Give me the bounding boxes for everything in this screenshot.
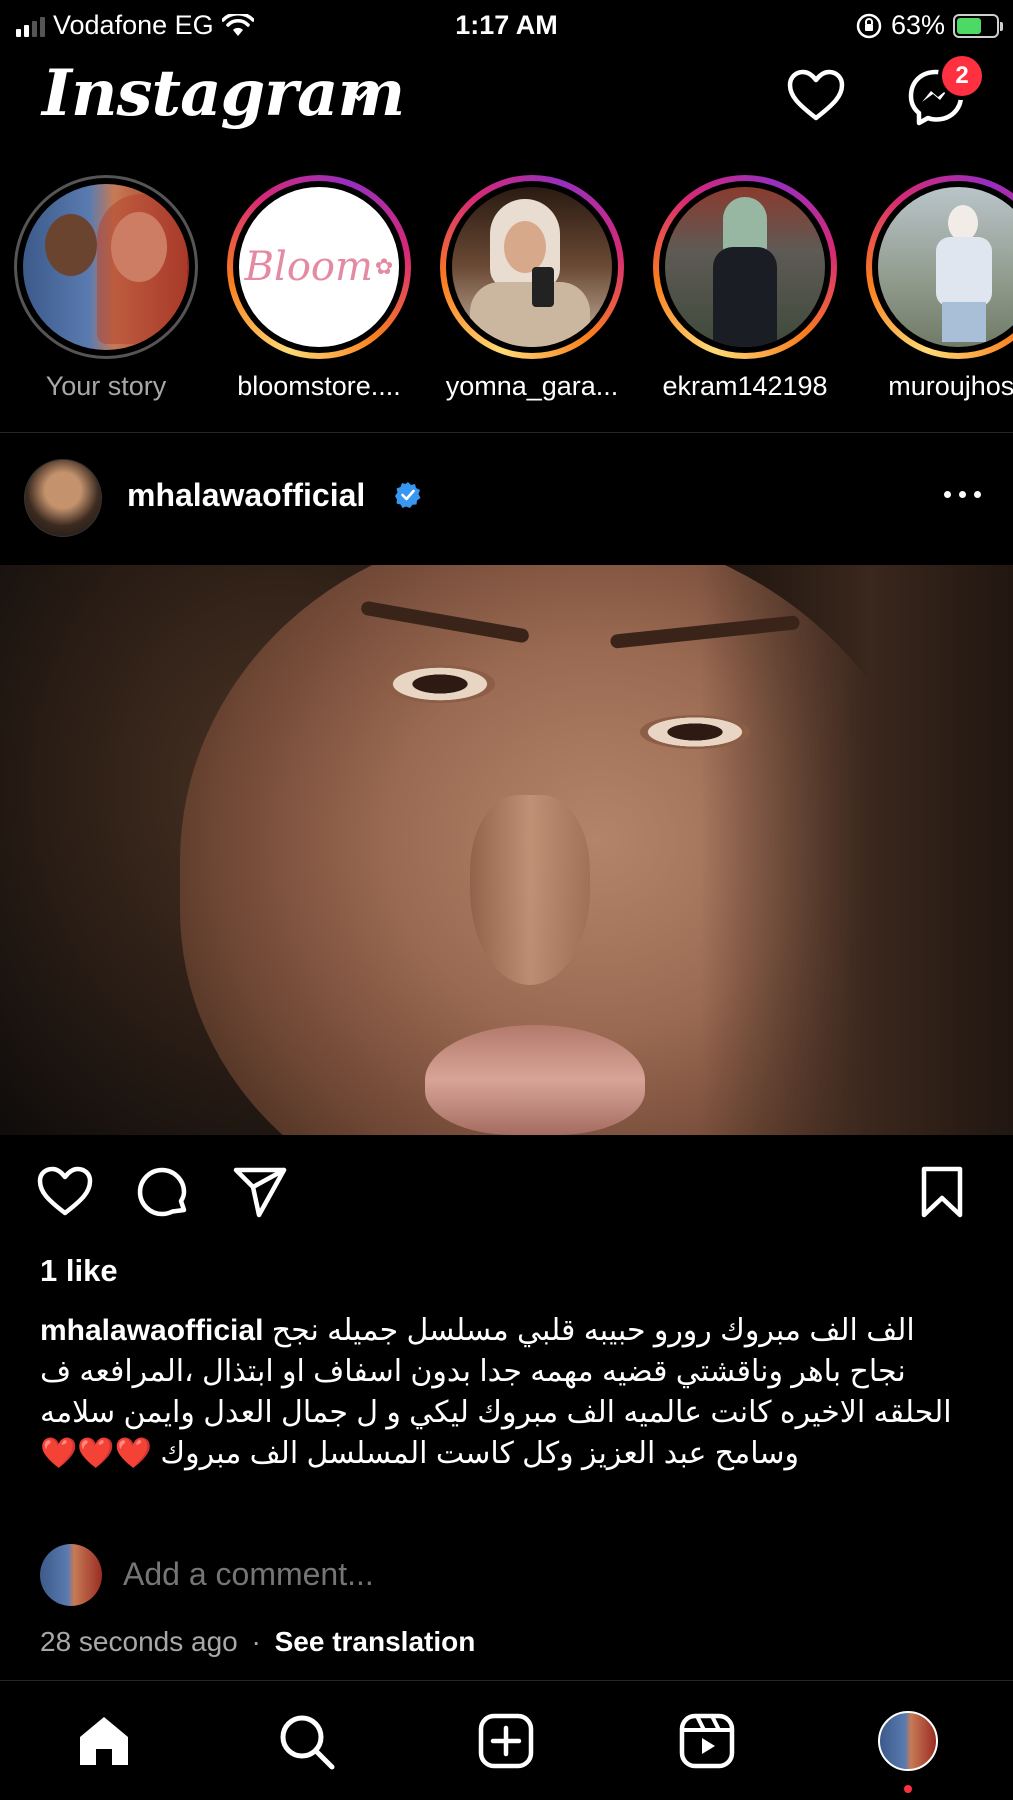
share-send-icon[interactable]: [232, 1165, 288, 1221]
story-label: yomna_gara...: [445, 371, 619, 401]
reels-icon[interactable]: [679, 1713, 735, 1769]
flower-icon: ✿: [374, 254, 394, 279]
story-avatar: [23, 184, 189, 350]
post-timestamp: 28 seconds ago: [40, 1626, 238, 1657]
profile-notification-dot: [904, 1785, 912, 1793]
story-ring: [14, 175, 198, 359]
home-icon[interactable]: [76, 1713, 132, 1769]
bloom-logo: Bloom: [244, 244, 373, 290]
app-header: Instagram 2: [0, 52, 1013, 162]
story-yomna[interactable]: yomna_gara...: [432, 175, 632, 402]
current-user-avatar: [40, 1544, 102, 1606]
orientation-lock-icon: [856, 13, 882, 38]
story-label: bloomstore....: [237, 371, 401, 401]
bookmark-icon[interactable]: [918, 1165, 966, 1221]
profile-tab[interactable]: [878, 1711, 938, 1771]
status-right: 63%: [855, 10, 1003, 41]
meta-separator: ·: [251, 1626, 261, 1657]
like-heart-icon[interactable]: [36, 1165, 94, 1219]
chevron-down-icon[interactable]: [344, 84, 374, 104]
profile-avatar: [878, 1711, 938, 1771]
comment-icon[interactable]: [134, 1165, 190, 1221]
story-ring: [440, 175, 624, 359]
create-post-icon[interactable]: [478, 1713, 534, 1769]
story-avatar: [665, 187, 825, 347]
battery-percent: 63%: [890, 10, 945, 40]
post-actions: [0, 1165, 1013, 1225]
search-icon[interactable]: [278, 1713, 336, 1771]
notifications-heart-icon[interactable]: [786, 68, 846, 124]
add-comment-row: [40, 1544, 970, 1608]
post-meta: 28 seconds ago · See translation: [40, 1626, 475, 1658]
story-label: muroujhoss: [888, 371, 1013, 401]
stories-tray: Your story Bloom ✿ bloomstore.... yomna_…: [0, 175, 1013, 415]
post-header: mhalawaofficial: [0, 455, 1013, 545]
story-avatar: [452, 187, 612, 347]
add-comment-input[interactable]: [123, 1556, 823, 1593]
post-image[interactable]: [0, 565, 1013, 1135]
battery-charging-icon: [953, 13, 1003, 38]
story-your-story[interactable]: Your story: [6, 175, 206, 402]
caption-username[interactable]: mhalawaofficial: [40, 1314, 263, 1347]
post-author-avatar[interactable]: [24, 459, 102, 537]
post-caption: mhalawaofficial الف الف مبروك رورو حبيبه…: [40, 1310, 970, 1474]
story-bloomstore[interactable]: Bloom ✿ bloomstore....: [219, 175, 419, 402]
story-ring: Bloom ✿: [227, 175, 411, 359]
story-ekram[interactable]: ekram142198: [645, 175, 845, 402]
messages-badge: 2: [938, 52, 986, 100]
story-avatar: Bloom ✿: [239, 187, 399, 347]
bottom-nav: [0, 1680, 1013, 1800]
story-avatar: [878, 187, 1013, 347]
status-bar: Vodafone EG 1:17 AM 63%: [0, 0, 1013, 52]
story-label: Your story: [45, 371, 167, 401]
story-label: ekram142198: [662, 371, 828, 401]
stories-divider: [0, 432, 1013, 433]
story-murouj[interactable]: muroujhoss: [858, 175, 1013, 402]
likes-count[interactable]: 1 like: [40, 1253, 118, 1289]
post-username[interactable]: mhalawaofficial: [127, 477, 365, 514]
more-options-icon[interactable]: [944, 491, 981, 498]
verified-badge-icon: [395, 482, 421, 508]
story-ring: [653, 175, 837, 359]
see-translation-link[interactable]: See translation: [275, 1626, 476, 1657]
story-ring: [866, 175, 1013, 359]
